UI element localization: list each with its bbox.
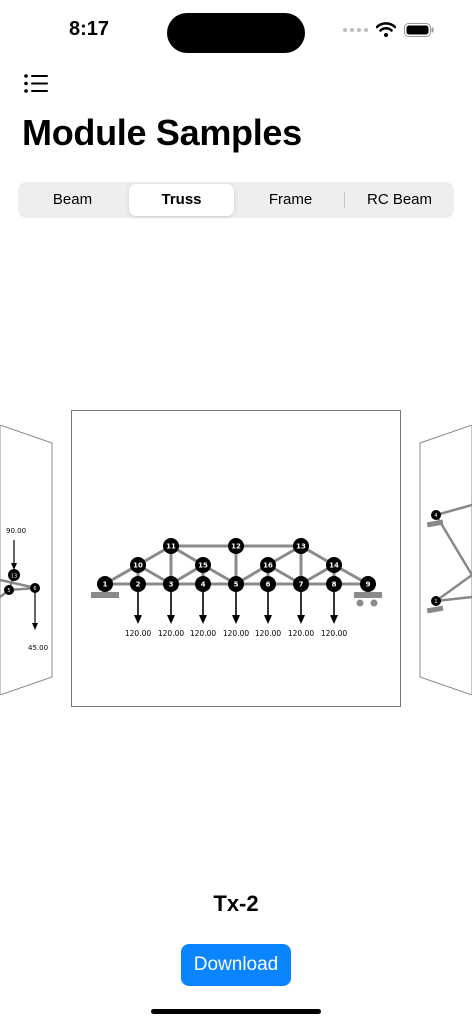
load-label: 120.00: [158, 629, 184, 638]
roller-support-icon: [354, 592, 382, 607]
node-label: 3: [169, 581, 174, 589]
node-label: 10: [133, 562, 143, 570]
battery-icon: [404, 22, 434, 37]
node-label: 16: [263, 562, 273, 570]
truss-diagram: 120.00 120.00 120.00 120.00 120.00 120.0…: [91, 538, 382, 638]
wifi-icon: [376, 22, 396, 37]
left-preview-node-label: 13: [11, 574, 17, 580]
segment-divider: [344, 192, 345, 208]
sample-card-tx-2[interactable]: 120.00 120.00 120.00 120.00 120.00 120.0…: [71, 410, 401, 707]
dynamic-island: [167, 13, 305, 53]
node-label: 8: [332, 581, 337, 589]
page-title: Module Samples: [22, 112, 302, 153]
node-label: 5: [234, 581, 239, 589]
module-segmented-control: Beam Truss Frame RC Beam: [18, 182, 454, 218]
pin-support-icon: [91, 592, 119, 598]
node-label: 4: [201, 581, 206, 589]
node-label: 13: [296, 543, 306, 551]
sample-name: Tx-2: [213, 891, 259, 916]
left-preview-node-label: 5: [7, 588, 10, 594]
list-icon: [24, 74, 48, 93]
load-label: 120.00: [288, 629, 314, 638]
previous-sample-card[interactable]: 90.00 45.00 13 5 6: [0, 425, 56, 695]
load-label: 120.00: [255, 629, 281, 638]
load-label: 120.00: [125, 629, 151, 638]
node-label: 1: [103, 581, 108, 589]
menu-list-button[interactable]: [22, 72, 52, 96]
left-preview-node-label: 6: [33, 586, 36, 592]
node-label: 14: [329, 562, 339, 570]
node-label: 11: [166, 543, 176, 551]
load-label: 120.00: [223, 629, 249, 638]
left-preview-load-label: 45.00: [28, 644, 48, 652]
load-arrows: [134, 591, 338, 624]
sample-carousel[interactable]: 90.00 45.00 13 5 6 120.00 120.00 120.00 …: [0, 405, 472, 707]
status-bar: 8:17: [0, 0, 472, 60]
node-label: 9: [366, 581, 371, 589]
status-icons: [343, 22, 434, 37]
node-label: 2: [136, 581, 141, 589]
node-label: 12: [231, 543, 241, 551]
tab-frame[interactable]: Frame: [238, 184, 343, 216]
node-label: 6: [266, 581, 271, 589]
right-preview-node-label: 4: [434, 513, 437, 519]
tab-beam[interactable]: Beam: [20, 184, 125, 216]
next-sample-card[interactable]: 4 1: [416, 425, 472, 695]
left-preview-load-label: 90.00: [6, 527, 26, 535]
node-label: 7: [299, 581, 304, 589]
download-button[interactable]: Download: [181, 944, 291, 986]
tab-rc-beam[interactable]: RC Beam: [347, 184, 452, 216]
node-label: 15: [198, 562, 208, 570]
load-label: 120.00: [190, 629, 216, 638]
load-label: 120.00: [321, 629, 347, 638]
right-preview-node-label: 1: [434, 599, 437, 605]
status-time: 8:17: [68, 18, 110, 40]
tab-truss[interactable]: Truss: [129, 184, 234, 216]
home-indicator: [151, 1009, 321, 1014]
cellular-signal-icon: [343, 27, 368, 32]
